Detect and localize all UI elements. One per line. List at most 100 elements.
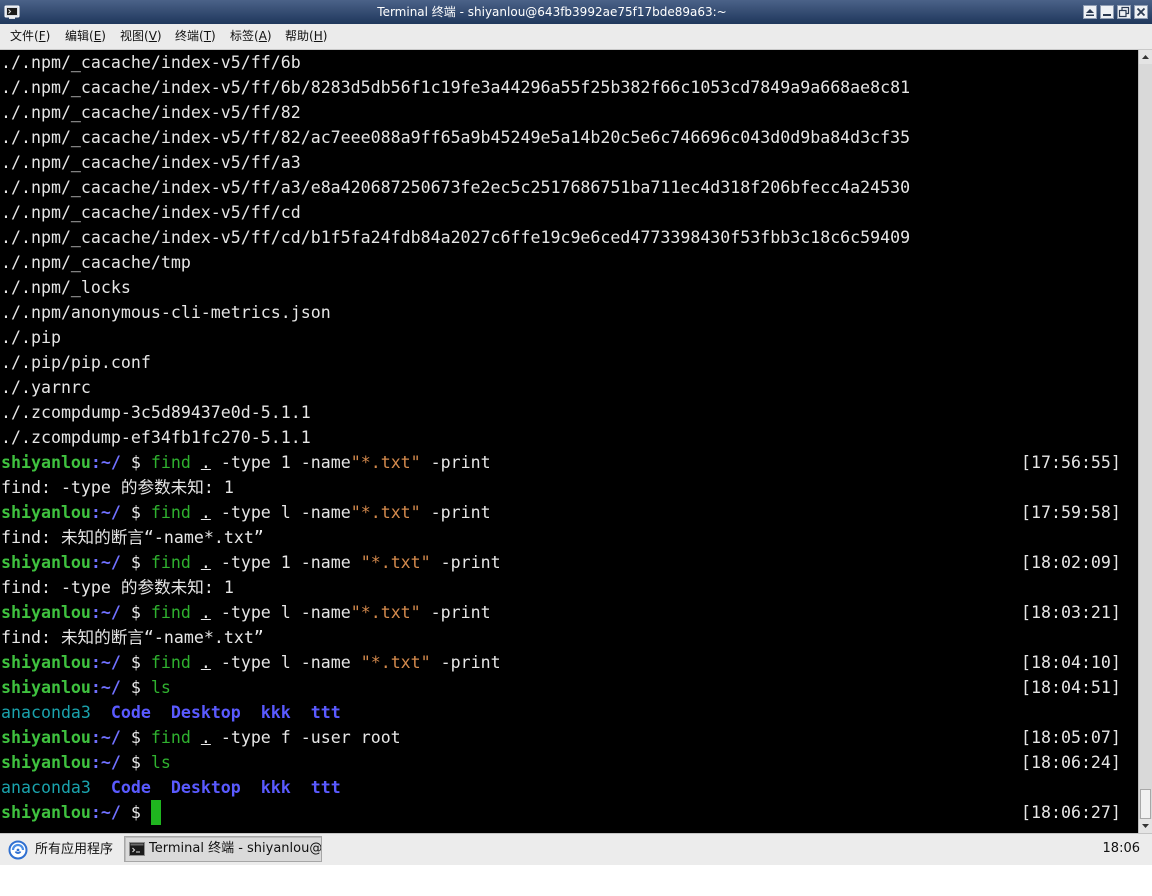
output-line: ./.pip/pip.conf (0, 350, 1138, 375)
window-title: Terminal 终端 - shiyanlou@643fb3992ae75f17… (377, 5, 727, 19)
prompt-directory: :~/ (90, 553, 121, 572)
app-menu-icon (8, 840, 28, 860)
output-line: ./.npm/_cacache/tmp (0, 250, 1138, 275)
scroll-up-button[interactable] (1139, 50, 1152, 64)
timestamp: [18:03:21] (1021, 603, 1121, 622)
prompt-symbol: $ (120, 603, 151, 622)
menu-view[interactable]: 视图(V) (120, 24, 175, 49)
terminal-text: ./.npm/_cacache/index-v5/ff/82 (1, 103, 301, 122)
prompt-symbol: $ (120, 503, 151, 522)
scroll-down-button[interactable] (1139, 819, 1152, 833)
prompt-username: shiyanlou (1, 553, 91, 572)
close-button[interactable] (1134, 5, 1148, 19)
string-argument: "*.txt" (350, 453, 421, 472)
path-argument: . (200, 453, 211, 472)
path-argument: . (200, 553, 211, 572)
prompt-symbol: $ (120, 753, 151, 772)
timestamp: [18:06:27] (1021, 803, 1121, 822)
prompt-username: shiyanlou (1, 503, 91, 522)
prompt-username: shiyanlou (1, 803, 91, 822)
output-line: ./.npm/_locks (0, 275, 1138, 300)
clock[interactable]: 18:06 (1103, 834, 1140, 864)
prompt-username: shiyanlou (1, 728, 91, 747)
output-line: ./.npm/_cacache/index-v5/ff/6b/8283d5db5… (0, 75, 1138, 100)
output-line: ./.npm/_cacache/index-v5/ff/6b (0, 50, 1138, 75)
output-line: find: 未知的断言“-name*.txt” (0, 625, 1138, 650)
terminal-app-icon[interactable] (4, 4, 20, 20)
path-argument: . (200, 503, 211, 522)
arrow-down-icon (1142, 824, 1149, 828)
output-line: ./.npm/_cacache/index-v5/ff/cd (0, 200, 1138, 225)
command-name: find (150, 553, 191, 572)
terminal-text: -print (420, 603, 491, 622)
menu-terminal[interactable]: 终端(T) (175, 24, 230, 49)
output-line: anaconda3 Code Desktop kkk ttt (0, 700, 1138, 725)
terminal-text: ./.npm/_locks (1, 278, 131, 297)
maximize-button[interactable] (1117, 5, 1131, 19)
terminal-text: ./.npm/_cacache/index-v5/ff/cd (1, 203, 301, 222)
prompt-symbol: $ (120, 803, 151, 822)
prompt-directory: :~/ (90, 453, 121, 472)
terminal-text: ./.zcompdump-ef34fb1fc270-5.1.1 (1, 428, 311, 447)
prompt-username: shiyanlou (1, 653, 91, 672)
menu-tabs[interactable]: 标签(A) (230, 24, 285, 49)
command-name: find (150, 603, 191, 622)
directory-entry: Code (110, 778, 151, 797)
terminal-output[interactable]: ./.npm/_cacache/index-v5/ff/6b ./.npm/_ca… (0, 50, 1138, 833)
menu-help[interactable]: 帮助(H) (285, 24, 340, 49)
terminal-text: -type f -user root (210, 728, 401, 747)
output-line: ./.npm/_cacache/index-v5/ff/a3/e8a420687… (0, 175, 1138, 200)
prompt-directory: :~/ (90, 753, 121, 772)
output-line: ./.zcompdump-ef34fb1fc270-5.1.1 (0, 425, 1138, 450)
prompt-symbol: $ (120, 653, 151, 672)
shade-icon (1086, 9, 1094, 16)
directory-entry: Code (110, 703, 151, 722)
terminal-text: ./.pip (1, 328, 61, 347)
all-applications-button[interactable]: 所有应用程序 (4, 836, 118, 863)
timestamp: [17:59:58] (1021, 503, 1121, 522)
desktop-screen: Terminal 终端 - shiyanlou@643fb3992ae75f17… (0, 0, 1152, 896)
scrollbar-thumb[interactable] (1140, 789, 1151, 819)
path-argument: . (200, 653, 211, 672)
menu-edit[interactable]: 编辑(E) (65, 24, 120, 49)
string-argument: "*.txt" (360, 653, 431, 672)
prompt-directory: :~/ (90, 678, 121, 697)
prompt-symbol: $ (120, 453, 151, 472)
prompt-line: shiyanlou:~/ $ find . -type l -name"*.tx… (0, 600, 1138, 625)
arrow-up-icon (1142, 55, 1149, 59)
terminal-text: ./.npm/anonymous-cli-metrics.json (1, 303, 331, 322)
shade-button[interactable] (1083, 5, 1097, 19)
prompt-line: shiyanlou:~/ $ [18:06:27] (0, 800, 1138, 825)
command-name: find (150, 453, 191, 472)
minimize-button[interactable] (1100, 5, 1114, 19)
terminal-text: -print (420, 503, 491, 522)
terminal-text: -type 1 -name (210, 553, 361, 572)
output-line: ./.yarnrc (0, 375, 1138, 400)
terminal-text: ./.yarnrc (1, 378, 91, 397)
output-line: anaconda3 Code Desktop kkk ttt (0, 775, 1138, 800)
terminal-scrollbar[interactable] (1138, 50, 1152, 833)
menu-file[interactable]: 文件(F) (10, 24, 65, 49)
timestamp: [17:56:55] (1021, 453, 1121, 472)
terminal-icon (129, 841, 145, 857)
command-name: find (150, 653, 191, 672)
output-line: find: 未知的断言“-name*.txt” (0, 525, 1138, 550)
taskbar-window-label: Terminal 终端 - shiyanlou@… (149, 841, 322, 856)
command-name: find (150, 728, 191, 747)
path-argument: . (200, 728, 211, 747)
directory-entry: anaconda3 (1, 703, 91, 722)
prompt-username: shiyanlou (1, 678, 91, 697)
prompt-directory: :~/ (90, 503, 121, 522)
prompt-symbol: $ (120, 678, 151, 697)
taskbar-window-terminal[interactable]: Terminal 终端 - shiyanlou@… (124, 836, 322, 862)
terminal-text: find: 未知的断言“-name*.txt” (1, 628, 264, 647)
prompt-line: shiyanlou:~/ $ find . -type l -name"*.tx… (0, 500, 1138, 525)
window-titlebar[interactable]: Terminal 终端 - shiyanlou@643fb3992ae75f17… (0, 0, 1152, 24)
output-line: ./.npm/_cacache/index-v5/ff/82 (0, 100, 1138, 125)
